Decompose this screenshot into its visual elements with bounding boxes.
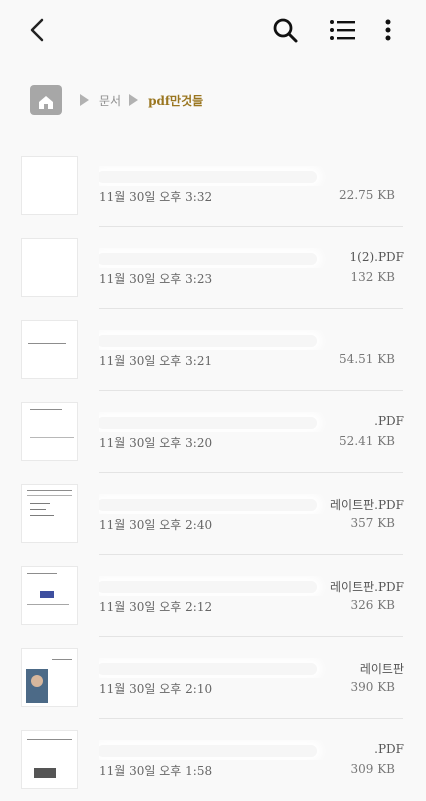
file-name: .PDF bbox=[99, 412, 404, 432]
breadcrumb: 문서 pdf만것들 bbox=[30, 84, 203, 116]
file-date: 11월 30일 오후 2:12 bbox=[99, 600, 213, 614]
search-icon[interactable] bbox=[268, 13, 302, 47]
file-name: 레이트판.PDF bbox=[99, 494, 404, 514]
file-date: 11월 30일 오후 1:58 bbox=[99, 764, 213, 778]
file-size: 326 KB bbox=[350, 598, 395, 612]
file-size: 22.75 KB bbox=[339, 188, 395, 202]
file-thumbnail bbox=[21, 238, 78, 297]
file-thumbnail bbox=[21, 484, 78, 543]
file-date: 11월 30일 오후 3:20 bbox=[99, 436, 213, 450]
file-thumbnail bbox=[21, 156, 78, 215]
file-date: 11월 30일 오후 2:10 bbox=[99, 682, 213, 696]
file-size: 357 KB bbox=[350, 516, 395, 530]
breadcrumb-current-folder[interactable]: pdf만것들 bbox=[148, 92, 203, 109]
file-name: 레이트판 bbox=[99, 658, 404, 678]
file-name bbox=[99, 166, 404, 186]
file-date: 11월 30일 오후 3:23 bbox=[99, 272, 213, 286]
file-thumbnail bbox=[21, 320, 78, 379]
file-row[interactable]: .PDF 11월 30일 오후 1:58 309 KB bbox=[0, 719, 426, 801]
file-date: 11월 30일 오후 3:21 bbox=[99, 354, 213, 368]
file-row[interactable]: 1(2).PDF 11월 30일 오후 3:23 132 KB bbox=[0, 227, 426, 309]
file-thumbnail bbox=[21, 648, 78, 707]
more-vertical-icon[interactable] bbox=[376, 13, 400, 47]
file-name bbox=[99, 330, 404, 350]
file-row[interactable]: .PDF 11월 30일 오후 3:20 52.41 KB bbox=[0, 391, 426, 473]
back-arrow-icon[interactable] bbox=[22, 14, 54, 46]
file-size: 309 KB bbox=[350, 762, 395, 776]
home-folder-icon[interactable] bbox=[30, 85, 62, 115]
file-date: 11월 30일 오후 2:40 bbox=[99, 518, 213, 532]
file-name: .PDF bbox=[99, 740, 404, 760]
file-size: 132 KB bbox=[350, 270, 395, 284]
file-thumbnail bbox=[21, 402, 78, 461]
file-thumbnail bbox=[21, 566, 78, 625]
file-row[interactable]: 11월 30일 오후 3:21 54.51 KB bbox=[0, 309, 426, 391]
file-name: 1(2).PDF bbox=[99, 248, 404, 268]
file-list: 11월 30일 오후 3:32 22.75 KB 1(2).PDF 11월 30… bbox=[0, 145, 426, 801]
file-row[interactable]: 레이트판.PDF 11월 30일 오후 2:12 326 KB bbox=[0, 555, 426, 637]
file-thumbnail bbox=[21, 730, 78, 789]
top-toolbar bbox=[0, 0, 426, 60]
file-name: 레이트판.PDF bbox=[99, 576, 404, 596]
file-row[interactable]: 11월 30일 오후 3:32 22.75 KB bbox=[0, 145, 426, 227]
file-size: 54.51 KB bbox=[339, 352, 395, 366]
file-date: 11월 30일 오후 3:32 bbox=[99, 190, 213, 204]
file-size: 52.41 KB bbox=[339, 434, 395, 448]
breadcrumb-separator-icon bbox=[80, 94, 89, 106]
breadcrumb-documents[interactable]: 문서 bbox=[99, 92, 121, 109]
file-size: 390 KB bbox=[350, 680, 395, 694]
breadcrumb-separator-icon bbox=[129, 94, 139, 106]
list-view-icon[interactable] bbox=[326, 13, 360, 47]
file-row[interactable]: 레이트판 11월 30일 오후 2:10 390 KB bbox=[0, 637, 426, 719]
file-row[interactable]: 레이트판.PDF 11월 30일 오후 2:40 357 KB bbox=[0, 473, 426, 555]
